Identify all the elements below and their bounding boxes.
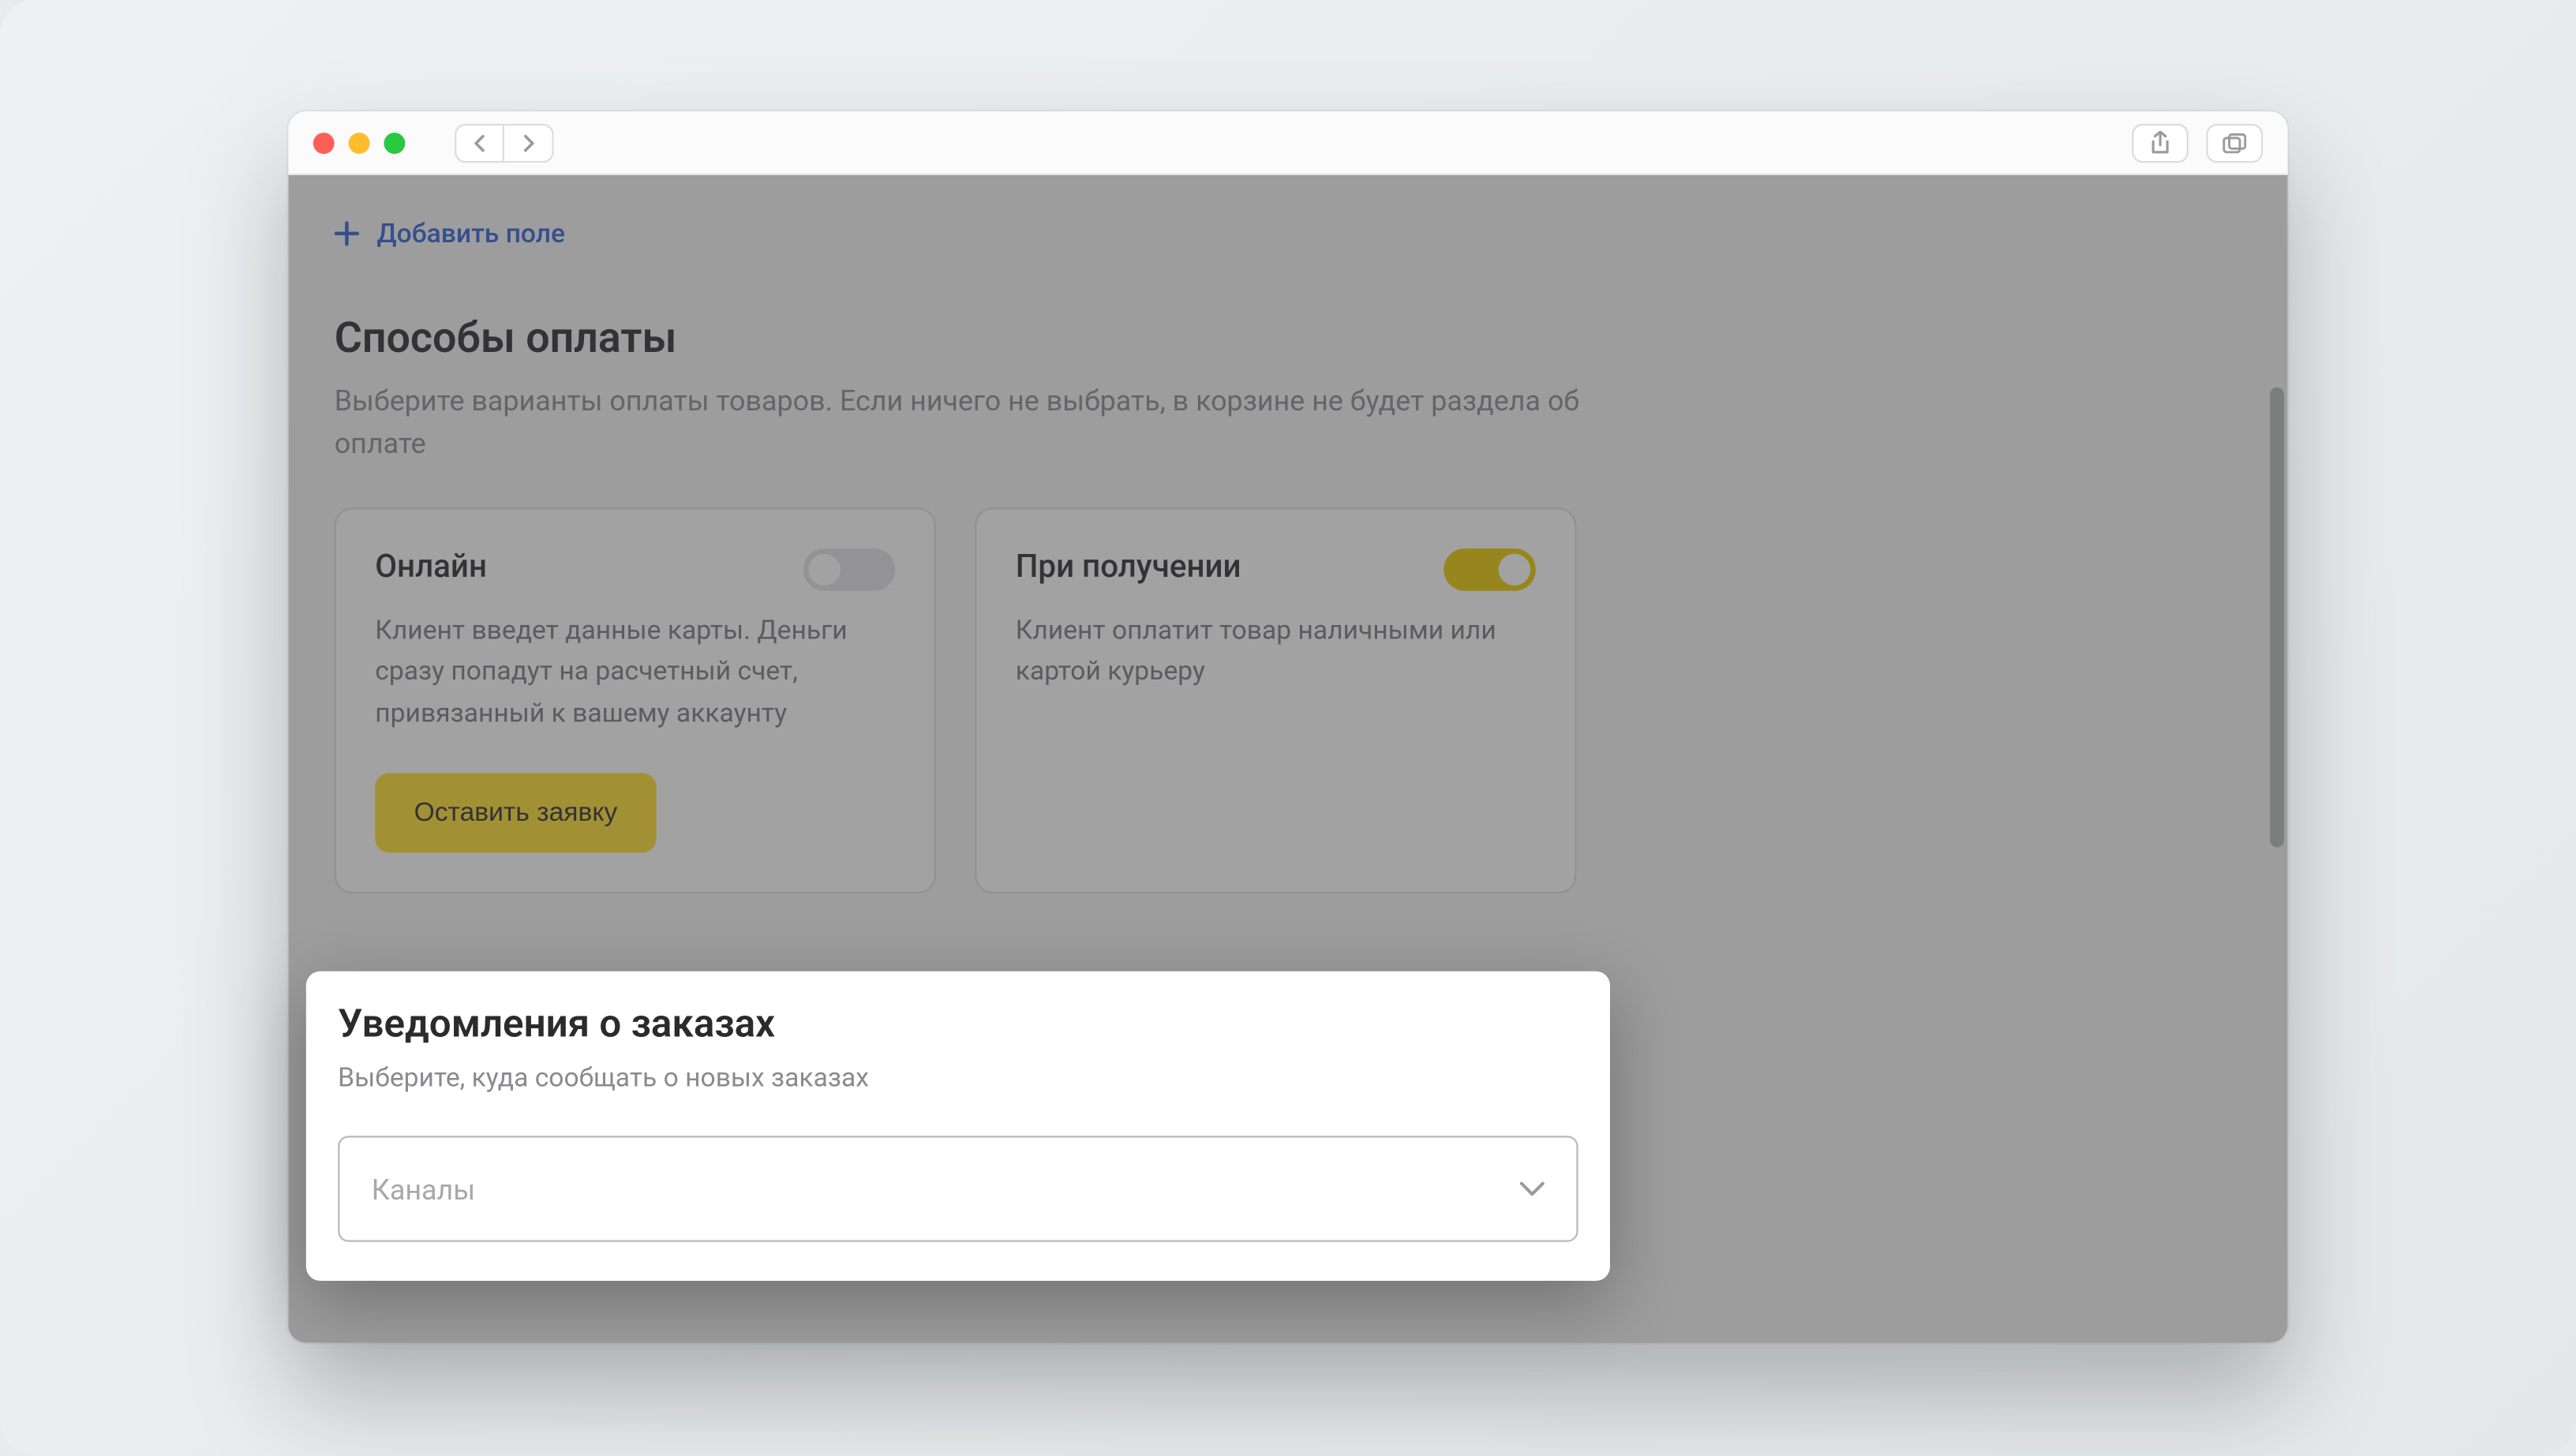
chevron-right-icon	[521, 133, 535, 151]
ondelivery-toggle[interactable]	[1443, 548, 1536, 591]
online-desc: Клиент введет данные карты. Деньги сразу…	[375, 610, 895, 733]
content-area: Добавить поле Способы оплаты Выберите ва…	[288, 175, 1934, 964]
add-field-label: Добавить поле	[376, 218, 565, 249]
window-titlebar	[288, 111, 2287, 175]
channels-select[interactable]: Каналы	[338, 1136, 1578, 1242]
share-button[interactable]	[2132, 123, 2188, 162]
online-apply-label: Оставить заявку	[414, 797, 618, 827]
online-toggle[interactable]	[803, 548, 896, 591]
payment-section-title: Способы оплаты	[335, 313, 1888, 363]
zoom-window-button[interactable]	[384, 132, 405, 153]
scrollbar[interactable]	[2270, 387, 2284, 848]
payment-card-online: Онлайн Клиент введет данные карты. Деньг…	[335, 507, 936, 893]
add-field-button[interactable]: Добавить поле	[335, 218, 565, 249]
tabs-button[interactable]	[2206, 123, 2263, 162]
minimize-window-button[interactable]	[349, 132, 370, 153]
toggle-knob	[808, 554, 840, 586]
online-apply-button[interactable]: Оставить заявку	[375, 773, 656, 852]
payment-section-subtitle: Выберите варианты оплаты товаров. Если н…	[335, 380, 1608, 466]
notifications-card: Уведомления о заказах Выберите, куда соо…	[306, 971, 1610, 1281]
notifications-title: Уведомления о заказах	[338, 1003, 1578, 1047]
toolbar-right	[2132, 123, 2263, 162]
payment-cards: Онлайн Клиент введет данные карты. Деньг…	[335, 507, 1888, 893]
nav-group	[455, 123, 554, 162]
toggle-knob	[1499, 554, 1530, 586]
nav-back-button[interactable]	[455, 123, 504, 162]
notifications-subtitle: Выберите, куда сообщать о новых заказах	[338, 1061, 1578, 1093]
copy-icon	[2222, 132, 2247, 153]
chevron-down-icon	[1520, 1181, 1544, 1196]
chevron-left-icon	[473, 133, 487, 151]
channels-select-placeholder: Каналы	[372, 1172, 475, 1206]
payment-card-ondelivery: При получении Клиент оплатит товар налич…	[975, 507, 1576, 893]
ondelivery-desc: Клиент оплатит товар наличными или карто…	[1016, 610, 1536, 692]
nav-forward-button[interactable]	[504, 123, 554, 162]
close-window-button[interactable]	[313, 132, 335, 153]
share-icon	[2150, 130, 2171, 155]
window-controls	[313, 132, 406, 153]
plus-icon	[335, 221, 359, 245]
